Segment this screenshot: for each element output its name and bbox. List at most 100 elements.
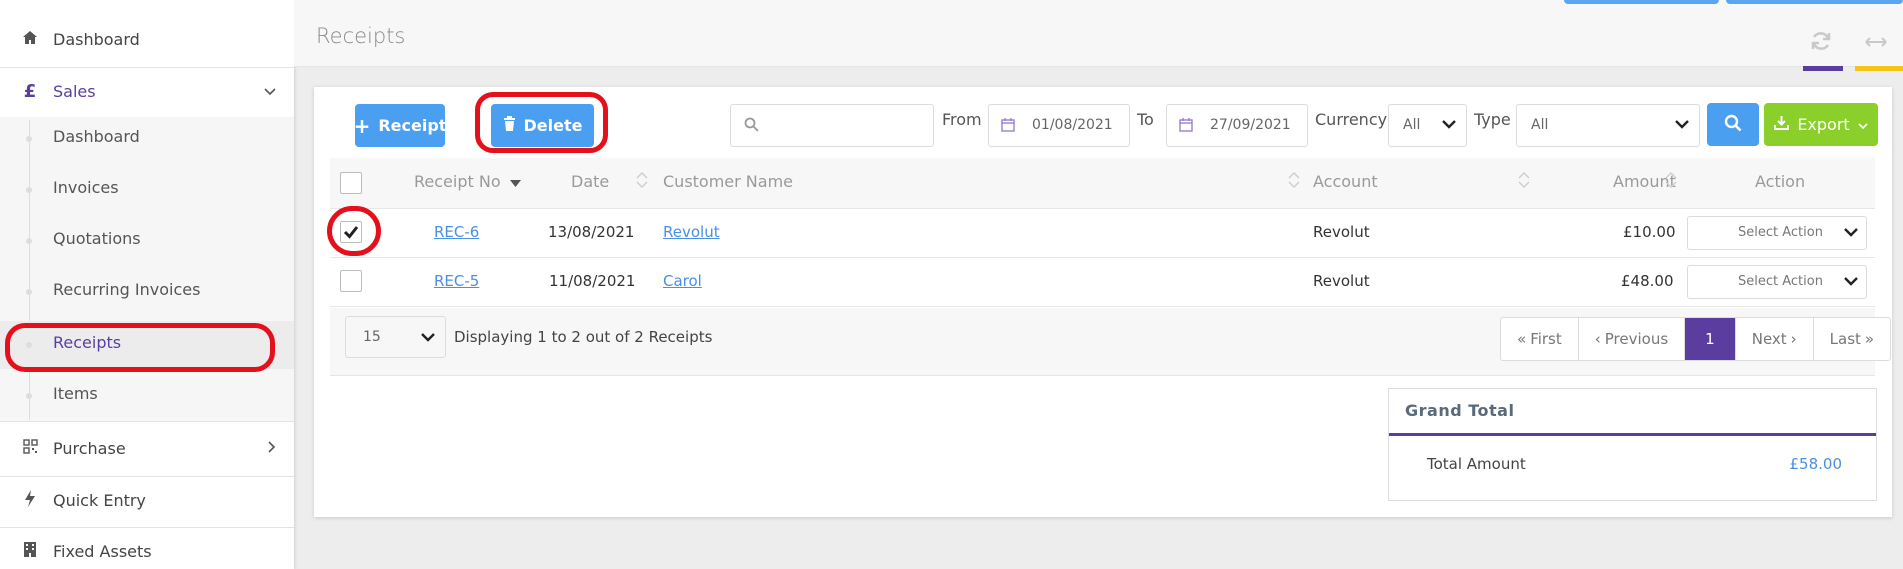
pagination-next[interactable]: Next › bbox=[1736, 318, 1814, 360]
customer-link[interactable]: Revolut bbox=[663, 223, 720, 241]
currency-select[interactable]: All bbox=[1388, 104, 1467, 147]
row-action-label: Select Action bbox=[1738, 274, 1823, 289]
sidebar: Dashboard £ Sales Dashboard Invoices Quo… bbox=[0, 0, 294, 569]
sub-item-receipts[interactable]: Receipts bbox=[0, 321, 294, 369]
nav-dashboard[interactable]: Dashboard bbox=[0, 24, 294, 54]
sub-item-invoices[interactable]: Invoices bbox=[0, 166, 294, 214]
col-account[interactable]: Account bbox=[1313, 172, 1378, 191]
to-date-input[interactable]: 27/09/2021 bbox=[1166, 104, 1308, 147]
page-header: Receipts bbox=[294, 0, 1903, 71]
receipts-panel: + Receipt Delete From 01/08/2021 To 27/0… bbox=[314, 87, 1892, 517]
plus-icon: + bbox=[353, 113, 371, 138]
search-icon bbox=[1724, 114, 1742, 136]
search-input[interactable] bbox=[730, 104, 934, 147]
delete-label: Delete bbox=[523, 116, 583, 135]
expand-horizontal-icon[interactable] bbox=[1864, 30, 1888, 55]
from-date-input[interactable]: 01/08/2021 bbox=[988, 104, 1130, 147]
sub-item-items[interactable]: Items bbox=[0, 372, 294, 420]
pound-icon: £ bbox=[23, 80, 37, 102]
receipt-no-link[interactable]: REC-5 bbox=[434, 272, 479, 290]
chevron-down-icon bbox=[1844, 226, 1858, 241]
refresh-icon[interactable] bbox=[1810, 30, 1832, 58]
col-action: Action bbox=[1755, 172, 1806, 191]
double-chevron-left-icon: « bbox=[1517, 330, 1527, 348]
chevron-down-icon bbox=[1442, 114, 1456, 134]
chevron-right-icon bbox=[268, 439, 276, 457]
home-icon bbox=[20, 30, 40, 49]
sub-item-dashboard[interactable]: Dashboard bbox=[0, 115, 294, 163]
sub-item-quotations[interactable]: Quotations bbox=[0, 217, 294, 265]
currency-value: All bbox=[1403, 117, 1421, 133]
sort-icon[interactable] bbox=[636, 170, 648, 191]
chevron-down-icon bbox=[1844, 275, 1858, 290]
table-header: Receipt No Date Customer Name Account Am… bbox=[330, 158, 1875, 209]
chevron-down-icon bbox=[264, 82, 276, 100]
search-button[interactable] bbox=[1707, 103, 1759, 146]
top-button-partial[interactable] bbox=[1726, 0, 1903, 4]
type-select[interactable]: All bbox=[1516, 104, 1700, 147]
add-receipt-label: Receipt bbox=[378, 116, 447, 135]
sub-item-label: Receipts bbox=[53, 333, 122, 352]
sub-item-recurring-invoices[interactable]: Recurring Invoices bbox=[0, 268, 294, 316]
sort-icon[interactable] bbox=[1518, 170, 1530, 191]
row-action-select[interactable]: Select Action bbox=[1687, 216, 1867, 250]
pagination-last-label: Last bbox=[1829, 330, 1861, 348]
nav-dashboard-label: Dashboard bbox=[53, 29, 140, 49]
sort-desc-icon bbox=[509, 172, 521, 191]
sort-icon[interactable] bbox=[1665, 170, 1677, 191]
pagination-previous[interactable]: ‹ Previous bbox=[1579, 318, 1686, 360]
top-button-partial[interactable] bbox=[1564, 0, 1719, 4]
sub-item-label: Dashboard bbox=[53, 127, 140, 146]
export-button[interactable]: Export bbox=[1764, 103, 1878, 146]
delete-button[interactable]: Delete bbox=[491, 104, 594, 147]
add-receipt-button[interactable]: + Receipt bbox=[353, 104, 447, 147]
sub-item-label: Items bbox=[53, 384, 98, 403]
sub-item-label: Invoices bbox=[53, 178, 119, 197]
from-date-value: 01/08/2021 bbox=[1032, 117, 1113, 133]
grand-total-title: Grand Total bbox=[1405, 401, 1515, 420]
account-value: Revolut bbox=[1313, 272, 1370, 290]
chevron-down-icon bbox=[1858, 115, 1868, 134]
calendar-icon bbox=[1179, 118, 1193, 136]
receipt-no-link[interactable]: REC-6 bbox=[434, 223, 479, 241]
nav-fixed-assets[interactable]: Fixed Assets bbox=[0, 536, 294, 566]
sub-item-label: Recurring Invoices bbox=[53, 280, 201, 299]
pagination-last[interactable]: Last» bbox=[1814, 318, 1890, 360]
row-action-select[interactable]: Select Action bbox=[1687, 265, 1867, 299]
chevron-left-icon: ‹ bbox=[1594, 330, 1601, 348]
building-icon bbox=[20, 541, 40, 562]
pagination-current-page[interactable]: 1 bbox=[1685, 318, 1736, 360]
page-size-value: 15 bbox=[363, 329, 381, 345]
row-checkbox-checked[interactable] bbox=[340, 221, 362, 243]
col-customer-name[interactable]: Customer Name bbox=[663, 172, 793, 191]
pagination-first[interactable]: «First bbox=[1501, 318, 1579, 360]
select-all-checkbox[interactable] bbox=[340, 172, 362, 194]
to-date-value: 27/09/2021 bbox=[1210, 117, 1291, 133]
amount-value: £48.00 bbox=[1621, 272, 1674, 290]
pagination-previous-label: Previous bbox=[1604, 330, 1669, 348]
type-value: All bbox=[1531, 117, 1549, 133]
display-summary: Displaying 1 to 2 out of 2 Receipts bbox=[454, 328, 713, 346]
download-icon bbox=[1774, 115, 1790, 134]
customer-link[interactable]: Carol bbox=[663, 272, 702, 290]
col-receipt-no-label: Receipt No bbox=[414, 172, 501, 191]
col-date[interactable]: Date bbox=[571, 172, 609, 191]
amount-value: £10.00 bbox=[1623, 223, 1676, 241]
row-checkbox[interactable] bbox=[340, 270, 362, 292]
double-chevron-right-icon: » bbox=[1864, 330, 1875, 348]
nav-purchase[interactable]: Purchase bbox=[0, 433, 294, 463]
total-amount-value: £58.00 bbox=[1789, 455, 1843, 473]
pagination-first-label: First bbox=[1530, 330, 1562, 348]
page-size-select[interactable]: 15 bbox=[345, 316, 446, 358]
pagination: «First ‹ Previous 1 Next › Last» bbox=[1500, 317, 1892, 361]
nav-sales[interactable]: £ Sales bbox=[0, 76, 294, 106]
nav-quick-entry[interactable]: Quick Entry bbox=[0, 485, 294, 515]
sort-icon[interactable] bbox=[1288, 170, 1300, 191]
search-icon bbox=[744, 117, 759, 136]
col-receipt-no[interactable]: Receipt No bbox=[414, 172, 521, 191]
receipt-date: 11/08/2021 bbox=[549, 272, 636, 290]
expand-accent-bar bbox=[1855, 66, 1903, 71]
receipt-date: 13/08/2021 bbox=[548, 223, 635, 241]
chevron-right-icon: › bbox=[1790, 330, 1797, 348]
refresh-accent-bar bbox=[1803, 66, 1843, 71]
